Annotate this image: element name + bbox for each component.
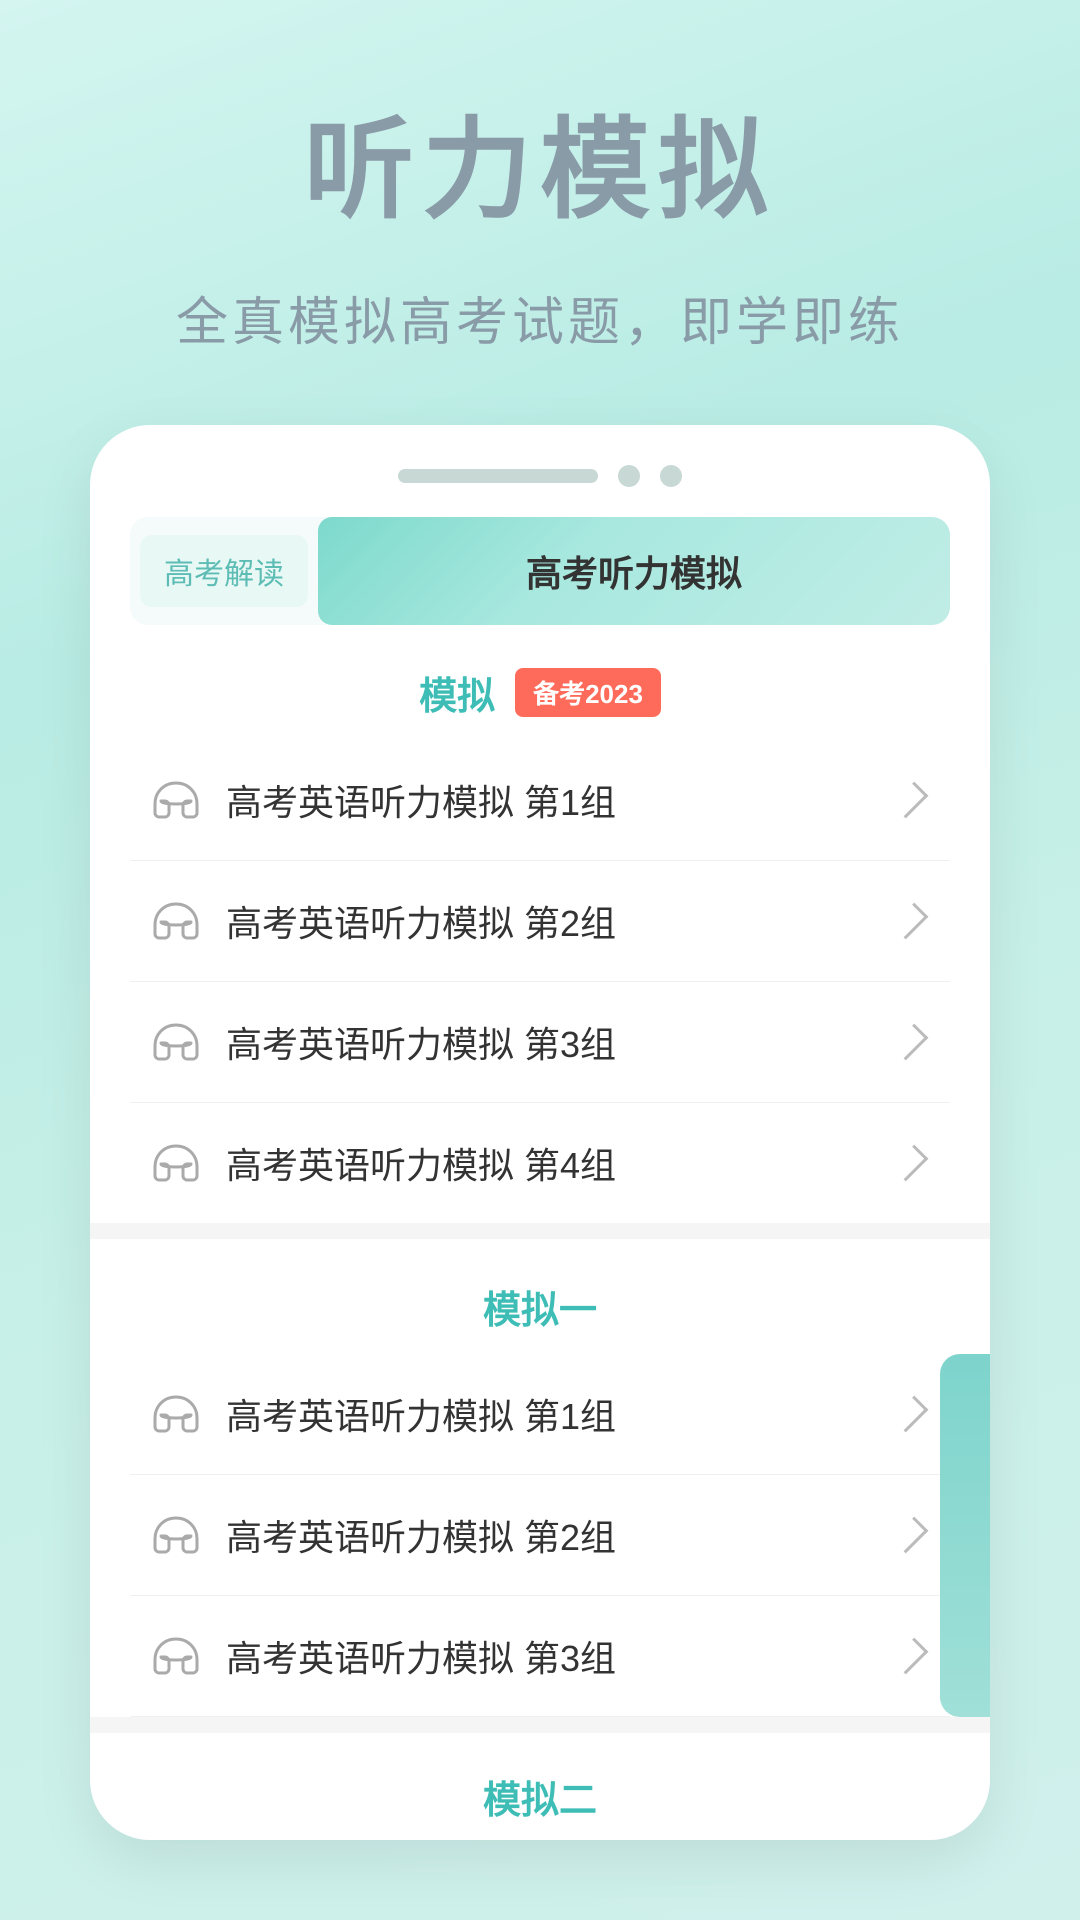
section-moni-badge: 备考2023 <box>515 668 661 717</box>
section-moni-header: 模拟 备考2023 <box>90 625 990 740</box>
list-item[interactable]: 高考英语听力模拟 第1组 <box>130 1354 950 1475</box>
item-label: 高考英语听力模拟 第2组 <box>226 895 900 947</box>
item-label: 高考英语听力模拟 第3组 <box>226 1630 900 1682</box>
item-label: 高考英语听力模拟 第1组 <box>226 1388 900 1440</box>
headphone-icon <box>150 1393 202 1435</box>
notch-bar <box>398 469 598 483</box>
item-label: 高考英语听力模拟 第1组 <box>226 774 900 826</box>
phone-card: 高考解读 高考听力模拟 模拟 备考2023 高考英语听力模拟 第1组 <box>90 425 990 1840</box>
phone-top-bar <box>90 465 990 487</box>
phone-dot-1 <box>618 465 640 487</box>
headphone-icon <box>150 1635 202 1677</box>
section-moni1-header: 模拟一 <box>90 1239 990 1354</box>
page-title: 听力模拟 <box>304 80 776 240</box>
section-moni-list: 高考英语听力模拟 第1组 高考英语听力模拟 第2组 高考英语 <box>90 740 990 1223</box>
section-moni1-title: 模拟一 <box>483 1279 597 1334</box>
section-moni-title: 模拟 <box>419 665 495 720</box>
item-label: 高考英语听力模拟 第2组 <box>226 1509 900 1561</box>
section-divider <box>90 1223 990 1239</box>
page-subtitle: 全真模拟高考试题，即学即练 <box>176 280 904 355</box>
list-item[interactable]: 高考英语听力模拟 第1组 <box>130 740 950 861</box>
tab-gaokao-tingli[interactable]: 高考听力模拟 <box>318 517 950 625</box>
tab-gaokao-jiedu[interactable]: 高考解读 <box>140 535 308 607</box>
phone-dot-2 <box>660 465 682 487</box>
list-item[interactable]: 高考英语听力模拟 第3组 <box>130 1596 950 1717</box>
item-label: 高考英语听力模拟 第4组 <box>226 1137 900 1189</box>
tabs-container: 高考解读 高考听力模拟 <box>130 517 950 625</box>
headphone-icon <box>150 1514 202 1556</box>
list-item[interactable]: 高考英语听力模拟 第2组 <box>130 1475 950 1596</box>
section-moni2-title: 模拟二 <box>483 1769 597 1824</box>
section-moni1-list: 高考英语听力模拟 第1组 高考英语听力模拟 第2组 高考英语 <box>90 1354 990 1717</box>
section-moni2-header: 模拟二 <box>90 1733 990 1840</box>
headphone-icon <box>150 779 202 821</box>
headphone-icon <box>150 900 202 942</box>
item-label: 高考英语听力模拟 第3组 <box>226 1016 900 1068</box>
right-decoration-panel <box>940 1354 990 1717</box>
headphone-icon <box>150 1021 202 1063</box>
list-item[interactable]: 高考英语听力模拟 第3组 <box>130 982 950 1103</box>
list-item[interactable]: 高考英语听力模拟 第4组 <box>130 1103 950 1223</box>
headphone-icon <box>150 1142 202 1184</box>
page-container: 听力模拟 全真模拟高考试题，即学即练 高考解读 高考听力模拟 模拟 备考2023 <box>0 0 1080 1920</box>
section-divider-2 <box>90 1717 990 1733</box>
list-item[interactable]: 高考英语听力模拟 第2组 <box>130 861 950 982</box>
